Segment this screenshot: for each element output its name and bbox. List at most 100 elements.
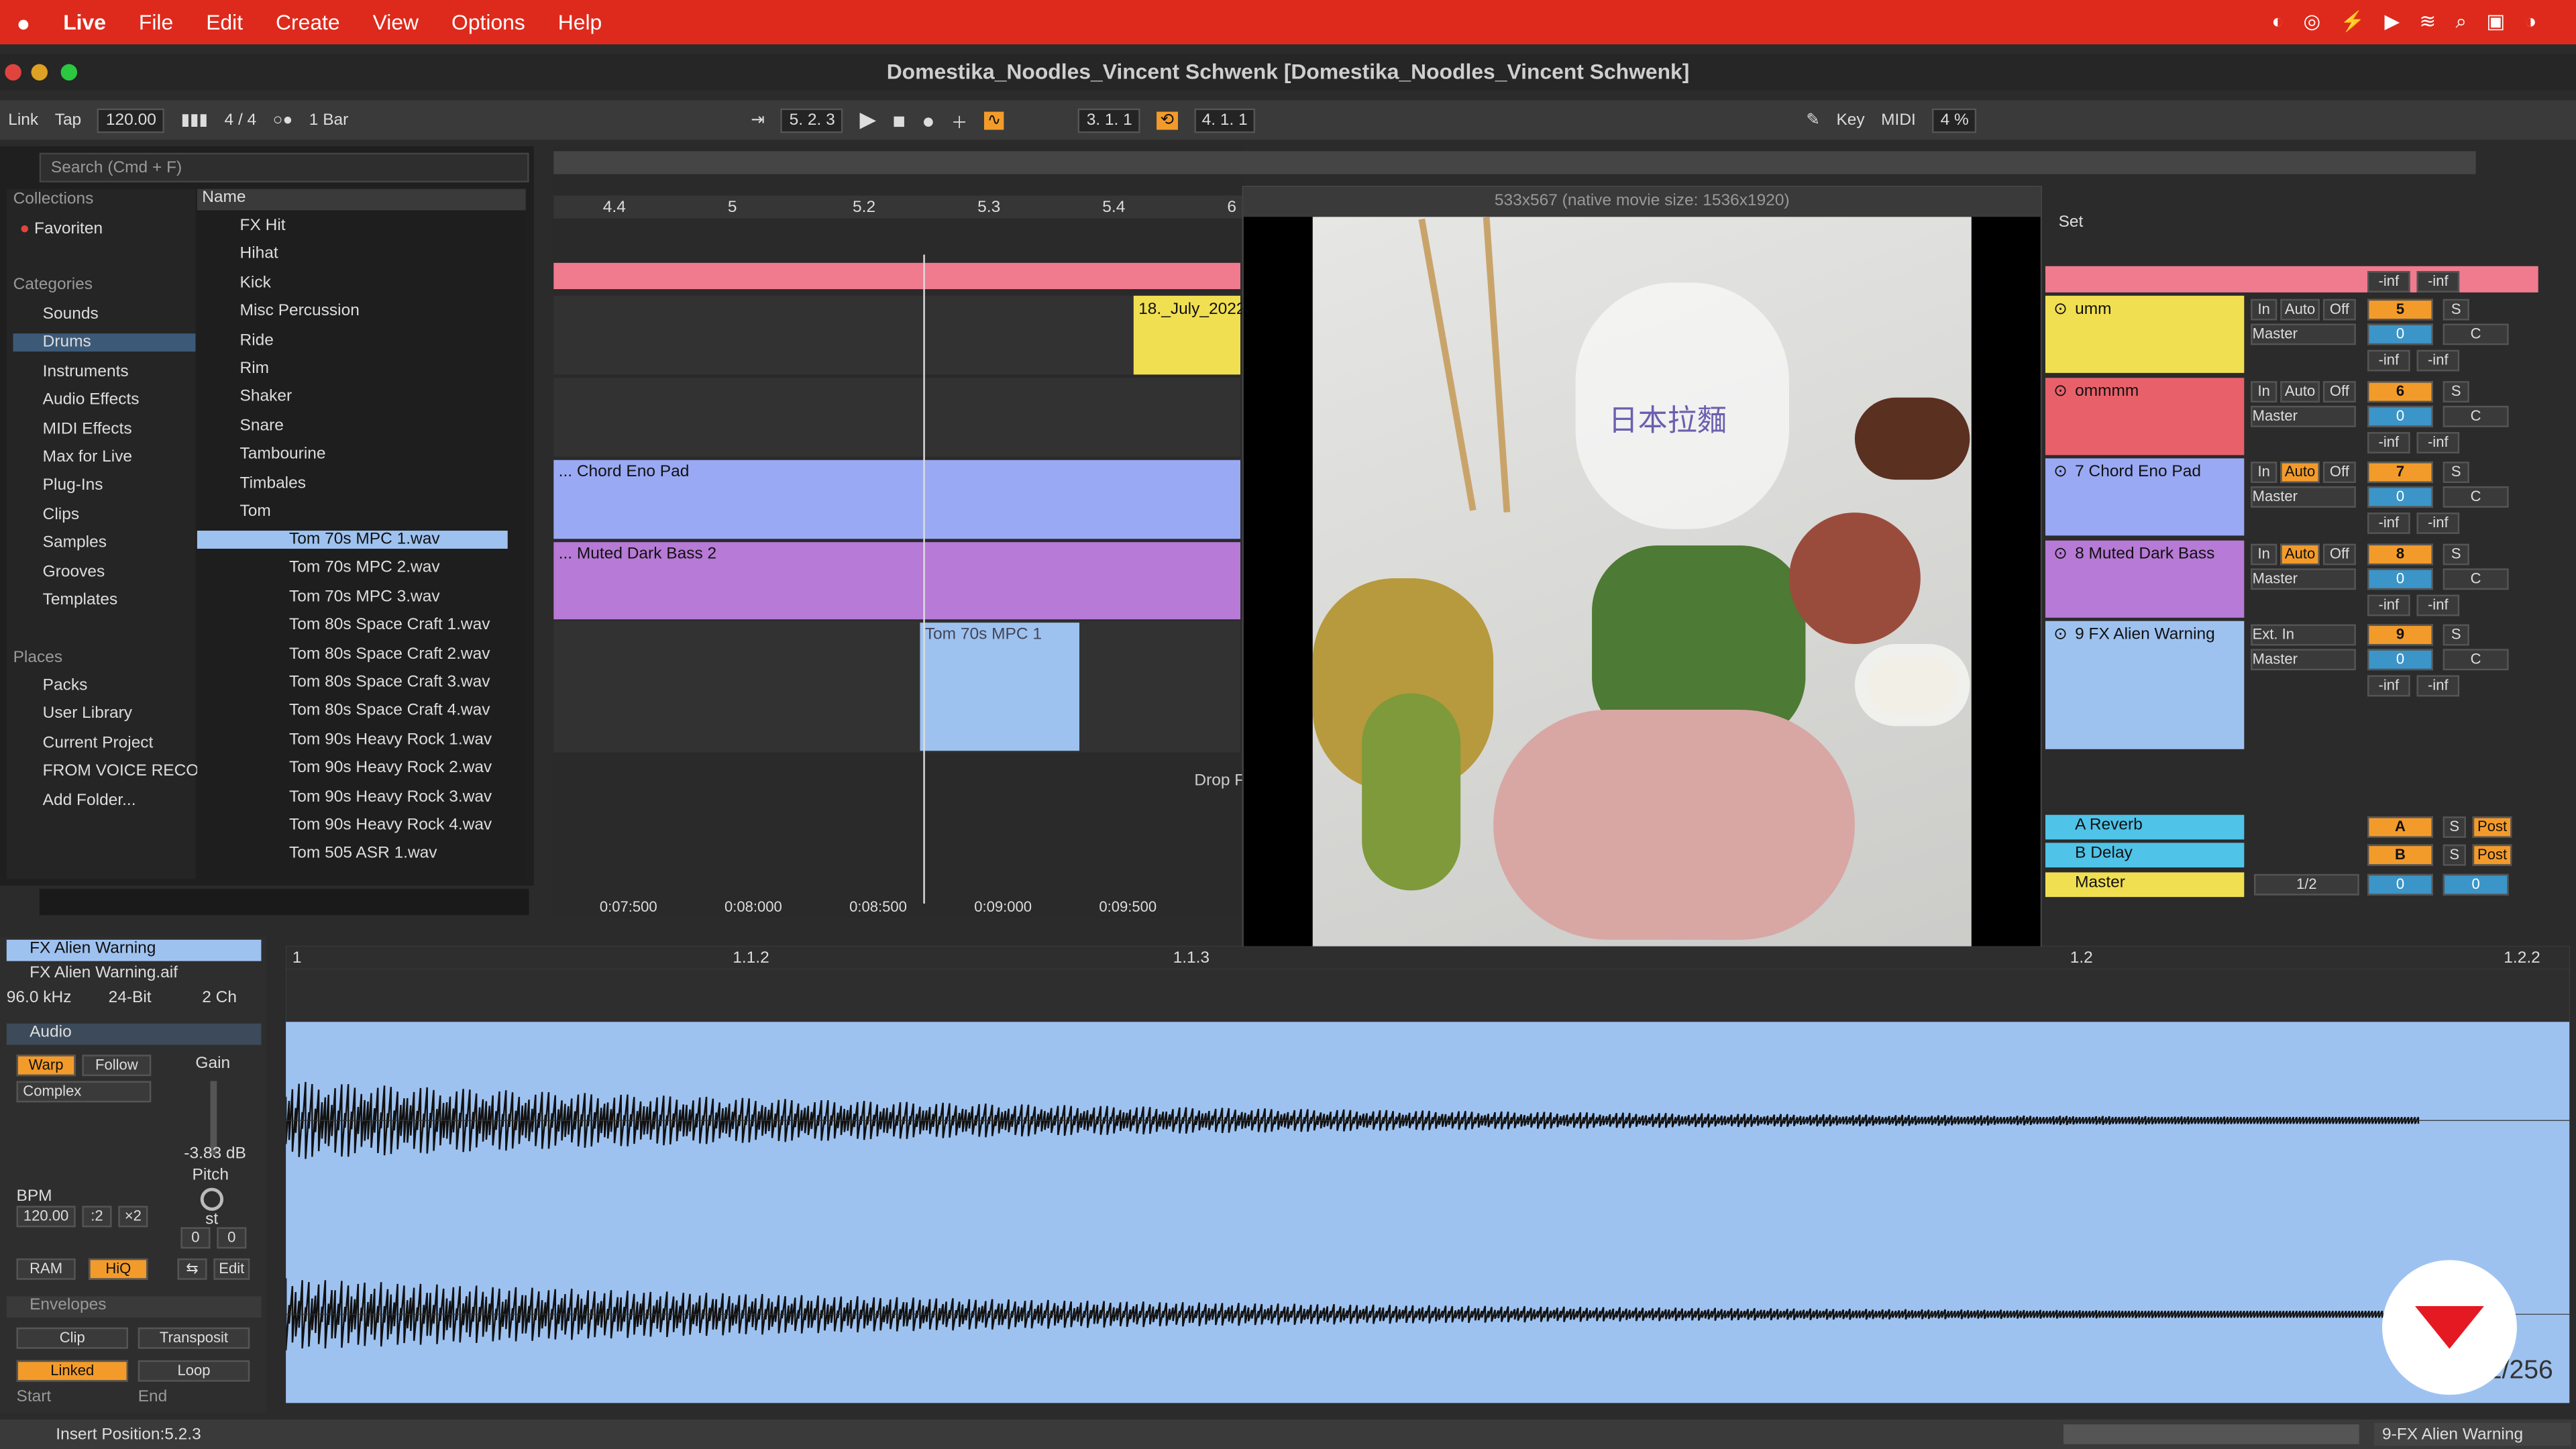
beat-ruler[interactable]: 4.4 5 5.2 5.3 5.4 6	[553, 195, 1244, 219]
volume-field[interactable]: 0	[2367, 323, 2433, 345]
in-button[interactable]: In	[2251, 299, 2277, 321]
link-button[interactable]: Link	[8, 111, 38, 129]
edit-button[interactable]: Edit	[213, 1258, 250, 1280]
auto-button[interactable]: Auto	[2280, 380, 2320, 402]
quantize-select[interactable]: 1 Bar	[309, 111, 349, 129]
automation-arm-icon[interactable]: ∿	[983, 111, 1005, 129]
track-activator[interactable]: 9	[2367, 625, 2433, 647]
mixer-track-4[interactable]: ⊙ 9 FX Alien Warning	[2045, 621, 2245, 750]
browser-file-item[interactable]: Tom 90s Heavy Rock 4.wav	[197, 816, 508, 835]
track-umm-header-lane[interactable]	[553, 262, 1240, 290]
browser-search-input[interactable]: Search (Cmd + F)	[39, 152, 529, 182]
off-button[interactable]: Off	[2322, 380, 2356, 402]
browser-file-item[interactable]: Tom 90s Heavy Rock 2.wav	[197, 759, 508, 777]
sample-editor-ruler[interactable]: 1 1.1.2 1.1.3 1.2 1.2.2	[286, 946, 2570, 969]
clip-tom[interactable]: Tom 70s MPC 1	[920, 623, 1079, 751]
bpm-field[interactable]: 120.00	[16, 1205, 76, 1228]
folder-ride[interactable]: Ride	[220, 331, 274, 350]
sidebar-place-4[interactable]: Add Folder...	[13, 791, 136, 809]
time-signature[interactable]: 4 / 4	[225, 111, 257, 129]
mixer-track-0[interactable]: ⊙ umm	[2045, 295, 2245, 373]
draw-mode-icon[interactable]: ✎	[1806, 111, 1820, 129]
sidebar-item-samples[interactable]: Samples	[13, 534, 196, 552]
post-button[interactable]: Post	[2472, 845, 2512, 867]
solo-button[interactable]: S	[2443, 299, 2469, 321]
solo-button[interactable]: S	[2443, 380, 2469, 402]
menu-file[interactable]: File	[139, 10, 173, 35]
sidebar-item-favorites[interactable]: ● Favoriten	[19, 220, 103, 238]
return-activator[interactable]: B	[2367, 845, 2433, 867]
solo-button[interactable]: S	[2443, 543, 2469, 565]
menu-live[interactable]: Live	[63, 10, 106, 35]
track-activator[interactable]: 8	[2367, 543, 2433, 565]
fold-icon[interactable]: ⊙	[2053, 464, 2068, 482]
double-tempo-button[interactable]: ×2	[118, 1205, 148, 1228]
folder-misc-percussion[interactable]: Misc Percussion	[220, 303, 360, 321]
loop-brace-area[interactable]	[286, 969, 2570, 1022]
track-fx-lane[interactable]	[553, 621, 1240, 753]
envelope-control-select[interactable]: Transposit	[138, 1327, 250, 1349]
browser-file-item[interactable]: Tom 80s Space Craft 2.wav	[197, 645, 508, 663]
zoom-window-button[interactable]	[60, 64, 78, 81]
clip-july[interactable]: 18._July_2022	[1133, 295, 1245, 375]
close-window-button[interactable]	[5, 64, 21, 81]
loop-icon[interactable]: ⟲	[1157, 111, 1177, 129]
gain-slider[interactable]	[210, 1081, 217, 1155]
folder-shaker[interactable]: Shaker	[220, 388, 292, 407]
metronome-icon[interactable]: ○●	[273, 111, 293, 129]
overdub-icon[interactable]: ＋	[951, 107, 967, 132]
return-track-0[interactable]: A Reverb	[2045, 814, 2245, 840]
reverse-icon[interactable]: ⇆	[177, 1258, 207, 1280]
folder-tom[interactable]: Tom	[220, 502, 271, 521]
menu-view[interactable]: View	[373, 10, 419, 35]
fold-icon[interactable]: ⊙	[2053, 545, 2068, 564]
auto-button[interactable]: Auto	[2280, 299, 2320, 321]
sample-editor[interactable]: 1 1.1.2 1.1.3 1.2 1.2.2 1/256	[286, 946, 2570, 1403]
clip-chord-eno-pad[interactable]: ... Chord Eno Pad	[553, 460, 1240, 539]
transpose-fine[interactable]: 0	[217, 1227, 247, 1249]
hiq-button[interactable]: HiQ	[89, 1258, 148, 1280]
transpose-coarse[interactable]: 0	[180, 1227, 211, 1249]
volume-field[interactable]: 0	[2367, 486, 2433, 508]
track-activator[interactable]: 6	[2367, 380, 2433, 402]
sidebar-item-clips[interactable]: Clips	[13, 506, 196, 524]
volume-field[interactable]: 0	[2367, 405, 2433, 427]
record-button[interactable]: ●	[922, 107, 934, 132]
position-field[interactable]: 5. 2. 3	[781, 107, 843, 133]
track-activator[interactable]: 5	[2367, 299, 2433, 321]
mixer-track-2[interactable]: ⊙ 7 Chord Eno Pad	[2045, 458, 2245, 536]
volume-field[interactable]: 0	[2367, 568, 2433, 590]
clip-name-field[interactable]: FX Alien Warning	[6, 939, 262, 961]
apple-icon[interactable]: ●	[16, 9, 30, 35]
minimize-window-button[interactable]	[31, 64, 48, 81]
browser-file-item[interactable]: Tom 80s Space Craft 3.wav	[197, 674, 508, 692]
browser-file-item[interactable]: Tom 70s MPC 1.wav	[197, 531, 508, 549]
return-activator[interactable]: 1/2	[2254, 873, 2359, 896]
folder-hihat[interactable]: Hihat	[220, 246, 278, 264]
in-button[interactable]: In	[2251, 380, 2277, 402]
sidebar-item-sounds[interactable]: Sounds	[13, 306, 196, 324]
auto-button[interactable]: Auto	[2280, 462, 2320, 484]
browser-file-item[interactable]: Tom 80s Space Craft 1.wav	[197, 616, 508, 635]
tempo-field[interactable]: 120.00	[97, 107, 165, 133]
preview-waveform[interactable]	[39, 888, 529, 916]
pan-field[interactable]: C	[2443, 405, 2509, 427]
play-button[interactable]: ▶	[859, 107, 875, 133]
sidebar-item-templates[interactable]: Templates	[13, 592, 196, 610]
pitch-knob[interactable]	[200, 1187, 224, 1211]
solo-button[interactable]: S	[2443, 625, 2469, 647]
return-track-1[interactable]: B Delay	[2045, 843, 2245, 869]
folder-snare[interactable]: Snare	[220, 417, 284, 435]
status-icons[interactable]: ◐◎⚡▶≋⌕▣◑	[2271, 10, 2556, 35]
folder-fx-hit[interactable]: FX Hit	[220, 217, 286, 235]
sidebar-item-midi-effects[interactable]: MIDI Effects	[13, 420, 196, 438]
output-select[interactable]: Master	[2251, 323, 2356, 345]
sidebar-item-audio-effects[interactable]: Audio Effects	[13, 391, 196, 409]
clip-muted-dark-bass[interactable]: ... Muted Dark Bass 2	[553, 542, 1240, 620]
sidebar-place-2[interactable]: Current Project	[13, 734, 154, 752]
sidebar-place-3[interactable]: FROM VOICE RECORI	[13, 763, 215, 781]
menu-create[interactable]: Create	[276, 10, 340, 35]
folder-rim[interactable]: Rim	[220, 360, 270, 378]
master-pan[interactable]: 0	[2443, 873, 2509, 896]
mixer-track-1[interactable]: ⊙ ommmm	[2045, 377, 2245, 455]
